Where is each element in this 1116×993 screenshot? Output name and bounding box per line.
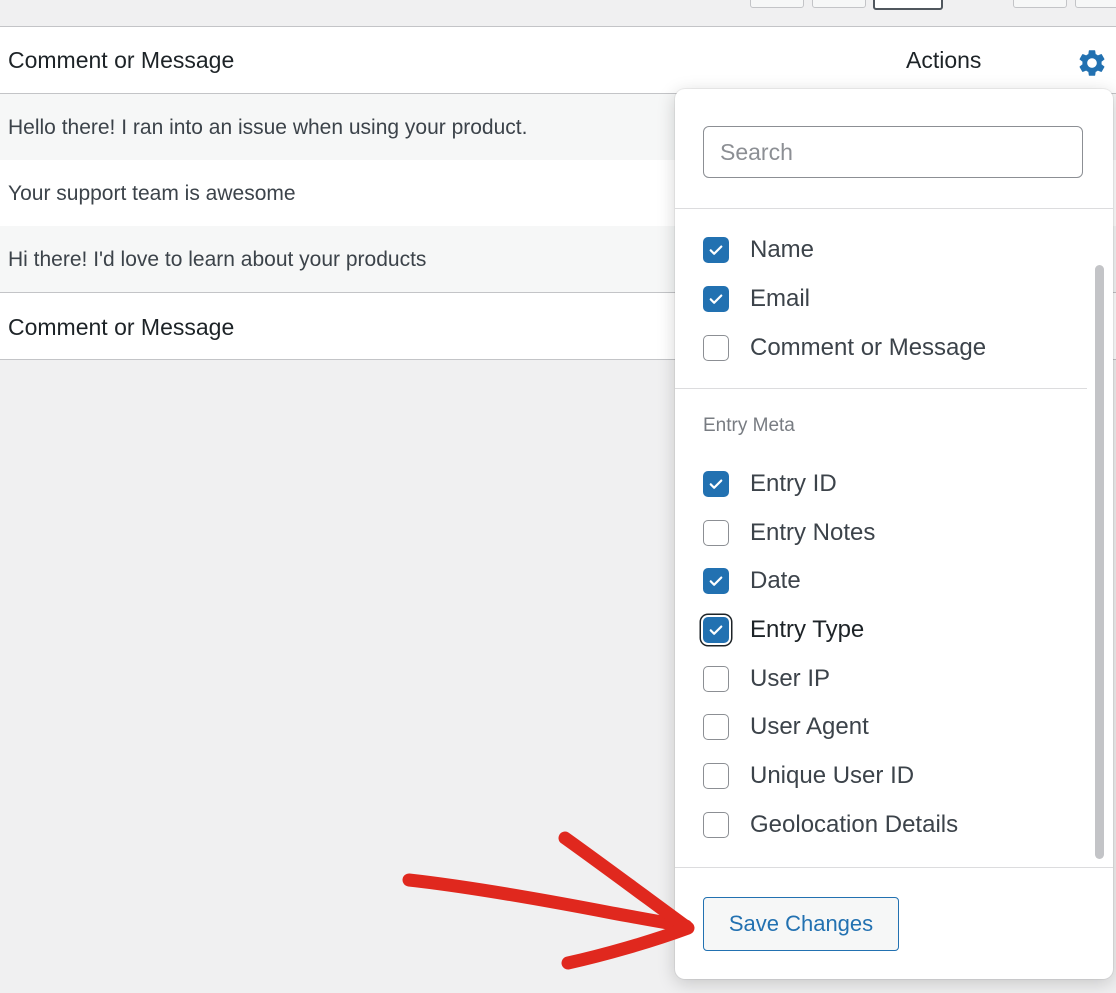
meta-option-user-ip[interactable]: User IP [703,664,830,694]
checkbox-entry-notes[interactable] [703,520,729,546]
pagination-button[interactable] [750,0,804,8]
option-label: Entry ID [750,470,837,497]
option-label: Entry Notes [750,519,876,546]
column-footer-comment[interactable]: Comment or Message [8,314,234,341]
meta-option-geolocation[interactable]: Geolocation Details [703,810,958,840]
meta-option-user-agent[interactable]: User Agent [703,712,869,742]
meta-option-entry-notes[interactable]: Entry Notes [703,518,875,548]
option-label: User IP [750,665,831,692]
save-changes-button[interactable]: Save Changes [703,897,899,951]
option-label: Comment or Message [750,334,987,361]
column-header-actions: Actions [906,47,982,73]
checkbox-user-ip[interactable] [703,666,729,692]
divider [675,388,1087,389]
option-label: Entry Type [750,616,865,643]
option-label: Name [750,236,815,263]
field-option-comment[interactable]: Comment or Message [703,333,986,363]
row-message: Hi there! I'd love to learn about your p… [8,248,427,271]
panel-scrollbar[interactable] [1095,265,1104,859]
option-label: Unique User ID [750,762,915,789]
table-header: Comment or Message Actions [0,27,1116,94]
entry-meta-heading: Entry Meta [703,415,795,436]
meta-option-date[interactable]: Date [703,566,801,596]
checkbox-date[interactable] [703,568,729,594]
column-settings-panel: Name Email Comment or Message Entry Meta… [675,89,1113,979]
checkbox-comment[interactable] [703,335,729,361]
checkbox-email[interactable] [703,286,729,312]
option-label: Email [750,285,811,312]
checkbox-entry-type[interactable] [703,617,729,643]
pagination-button[interactable] [812,0,866,8]
gear-icon[interactable] [1076,47,1108,79]
checkbox-entry-id[interactable] [703,471,729,497]
row-message: Your support team is awesome [8,182,296,205]
checkbox-user-agent[interactable] [703,714,729,740]
divider [675,208,1113,209]
row-message: Hello there! I ran into an issue when us… [8,116,528,139]
checkbox-geolocation[interactable] [703,812,729,838]
meta-option-entry-type[interactable]: Entry Type [703,615,864,645]
field-option-email[interactable]: Email [703,284,810,314]
pagination-button[interactable] [1075,0,1116,8]
meta-option-unique-user-id[interactable]: Unique User ID [703,761,914,791]
checkbox-name[interactable] [703,237,729,263]
option-label: Date [750,567,801,594]
field-option-name[interactable]: Name [703,235,814,265]
divider [675,867,1113,868]
column-header-comment[interactable]: Comment or Message [8,47,234,74]
meta-option-entry-id[interactable]: Entry ID [703,469,837,499]
search-input[interactable] [703,126,1083,178]
pagination-button[interactable] [1013,0,1067,8]
checkbox-unique-user-id[interactable] [703,763,729,789]
pagination-strip [0,0,1116,27]
option-label: User Agent [750,713,869,740]
option-label: Geolocation Details [750,811,959,838]
pagination-current-page[interactable] [873,0,943,10]
